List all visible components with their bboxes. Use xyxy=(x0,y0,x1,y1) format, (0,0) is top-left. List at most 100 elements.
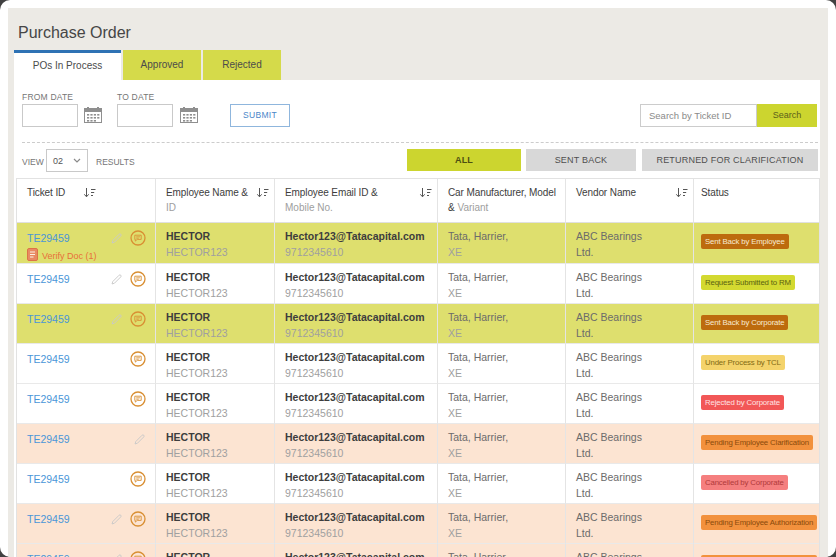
col-subtitle-amp: & xyxy=(448,202,455,213)
cell-car: Tata, Harrier,XE xyxy=(438,424,566,464)
cell-employee-name: HECTORHECTOR123 xyxy=(156,264,275,304)
status-badge: Sent Back by Corporate xyxy=(701,315,788,330)
ticket-link[interactable]: TE29459 xyxy=(27,433,70,445)
col-subtitle: ID xyxy=(166,202,269,214)
from-date-input[interactable] xyxy=(22,104,78,127)
table-row: TE29459 HECTORHECTOR123Hector123@Tatacapi… xyxy=(17,544,819,557)
cell-vendor: ABC BearingsLtd. xyxy=(566,424,694,464)
edit-icon[interactable] xyxy=(110,232,123,245)
cell-employee-email: Hector123@Tatacapital.com9712345610 xyxy=(275,304,438,344)
cell-vendor: ABC BearingsLtd. xyxy=(566,464,694,504)
ticket-link[interactable]: TE29459 xyxy=(27,473,70,485)
cell-employee-email: Hector123@Tatacapital.com9712345610 xyxy=(275,464,438,504)
col-subtitle: Variant xyxy=(457,202,488,213)
edit-icon[interactable] xyxy=(110,273,123,286)
cell-employee-name: HECTORHECTOR123 xyxy=(156,384,275,424)
cell-employee-name: HECTORHECTOR123 xyxy=(156,544,275,557)
cell-car: Tata, Harrier,XE xyxy=(438,304,566,344)
calendar-icon[interactable] xyxy=(180,107,198,127)
cell-ticket-id: TE29459 xyxy=(17,504,156,544)
chat-icon[interactable] xyxy=(130,271,146,287)
cell-ticket-id: TE29459 xyxy=(17,544,156,557)
tab-approved[interactable]: Approved xyxy=(123,50,201,80)
edit-icon[interactable] xyxy=(133,433,146,446)
ticket-link[interactable]: TE29459 xyxy=(27,393,70,405)
cell-ticket-id: TE29459 xyxy=(17,464,156,504)
filter-button-all[interactable]: ALL xyxy=(407,149,521,171)
cell-vendor: ABC BearingsLtd. xyxy=(566,504,694,544)
to-date-label: TO DATE xyxy=(117,92,154,102)
verify-doc-link[interactable]: Verify Doc (1) xyxy=(27,248,150,263)
table-row: TE29459HECTORHECTOR123Hector123@Tatacapi… xyxy=(17,424,819,464)
cell-status: Request Submitted to RM xyxy=(694,264,819,304)
cell-status: Pending Employee Clarification xyxy=(694,424,819,464)
cell-ticket-id: TE29459 Verify Doc (1) xyxy=(17,223,156,264)
tab-content: FROM DATE TO DATE SUBMIT Search VIEW 02 … xyxy=(14,80,820,557)
cell-vendor: ABC BearingsLtd. xyxy=(566,344,694,384)
chat-icon[interactable] xyxy=(130,311,146,327)
col-header-vendor: Vendor Name xyxy=(566,179,694,223)
status-badge: Request Submitted to RM xyxy=(701,275,795,290)
ticket-link[interactable]: TE29459 xyxy=(27,553,70,557)
chevron-down-icon xyxy=(73,158,81,163)
ticket-link[interactable]: TE29459 xyxy=(27,273,70,285)
table-header-row: Ticket ID Employee Name & ID Employee Em… xyxy=(17,179,819,223)
cell-vendor: ABC BearingsLtd. xyxy=(566,223,694,264)
calendar-icon[interactable] xyxy=(84,107,102,127)
chat-icon[interactable] xyxy=(130,551,146,557)
tab-rejected[interactable]: Rejected xyxy=(203,50,281,80)
search-button[interactable]: Search xyxy=(757,104,817,127)
from-date-label: FROM DATE xyxy=(22,92,73,102)
chat-icon[interactable] xyxy=(130,511,146,527)
cell-employee-name: HECTORHECTOR123 xyxy=(156,504,275,544)
table-row: TE29459HECTORHECTOR123Hector123@Tatacapi… xyxy=(17,304,819,344)
table-row: TE29459HECTORHECTOR123Hector123@Tatacapi… xyxy=(17,464,819,504)
cell-car: Tata, Harrier,XE xyxy=(438,464,566,504)
col-title: Car Manufacturer, Model xyxy=(448,186,556,199)
to-date-input[interactable] xyxy=(117,104,173,127)
table-row: TE29459HECTORHECTOR123Hector123@Tatacapi… xyxy=(17,384,819,424)
col-subtitle: Mobile No. xyxy=(285,202,432,214)
cell-employee-name: HECTORHECTOR123 xyxy=(156,344,275,384)
col-title: Vendor Name xyxy=(576,186,636,199)
cell-car: Tata, Harrier,XE xyxy=(438,344,566,384)
edit-icon[interactable] xyxy=(110,553,123,557)
ticket-link[interactable]: TE29459 xyxy=(27,232,70,244)
sort-icon[interactable] xyxy=(675,187,688,199)
cell-ticket-id: TE29459 xyxy=(17,264,156,304)
panel-background: Purchase Order POs In Process Approved R… xyxy=(8,8,828,557)
filter-button-sent-back[interactable]: SENT BACK xyxy=(526,149,636,171)
chat-icon[interactable] xyxy=(130,351,146,367)
ticket-link[interactable]: TE29459 xyxy=(27,313,70,325)
cell-vendor: ABC BearingsLtd. xyxy=(566,384,694,424)
cell-employee-name: HECTORHECTOR123 xyxy=(156,223,275,264)
sort-icon[interactable] xyxy=(83,187,96,199)
view-label: VIEW xyxy=(22,157,44,167)
cell-ticket-id: TE29459 xyxy=(17,304,156,344)
tab-pos-in-process[interactable]: POs In Process xyxy=(14,50,121,80)
edit-icon[interactable] xyxy=(110,513,123,526)
cell-car: Tata, Harrier,XE xyxy=(438,544,566,557)
cell-ticket-id: TE29459 xyxy=(17,384,156,424)
filter-button-returned[interactable]: RETURNED FOR CLARIFICATION xyxy=(642,149,818,171)
view-count-select[interactable]: 02 xyxy=(46,149,88,172)
cell-status: Pending Employee Authorization xyxy=(694,504,819,544)
cell-status: Sent Back by Corporate xyxy=(694,304,819,344)
chat-icon[interactable] xyxy=(130,230,146,246)
cell-car: Tata, Harrier,XE xyxy=(438,504,566,544)
chat-icon[interactable] xyxy=(130,391,146,407)
ticket-link[interactable]: TE29459 xyxy=(27,353,70,365)
table-row: TE29459HECTORHECTOR123Hector123@Tatacapi… xyxy=(17,504,819,544)
cell-vendor: ABC BearingsLtd. xyxy=(566,304,694,344)
sort-icon[interactable] xyxy=(256,187,269,199)
col-header-employee-name: Employee Name & ID xyxy=(156,179,275,223)
chat-icon[interactable] xyxy=(130,471,146,487)
cell-employee-email: Hector123@Tatacapital.com9712345610 xyxy=(275,344,438,384)
ticket-link[interactable]: TE29459 xyxy=(27,513,70,525)
cell-car: Tata, Harrier,XE xyxy=(438,223,566,264)
cell-employee-email: Hector123@Tatacapital.com9712345610 xyxy=(275,544,438,557)
search-input[interactable] xyxy=(640,104,757,127)
sort-icon[interactable] xyxy=(419,187,432,199)
submit-button[interactable]: SUBMIT xyxy=(230,104,290,127)
edit-icon[interactable] xyxy=(110,313,123,326)
